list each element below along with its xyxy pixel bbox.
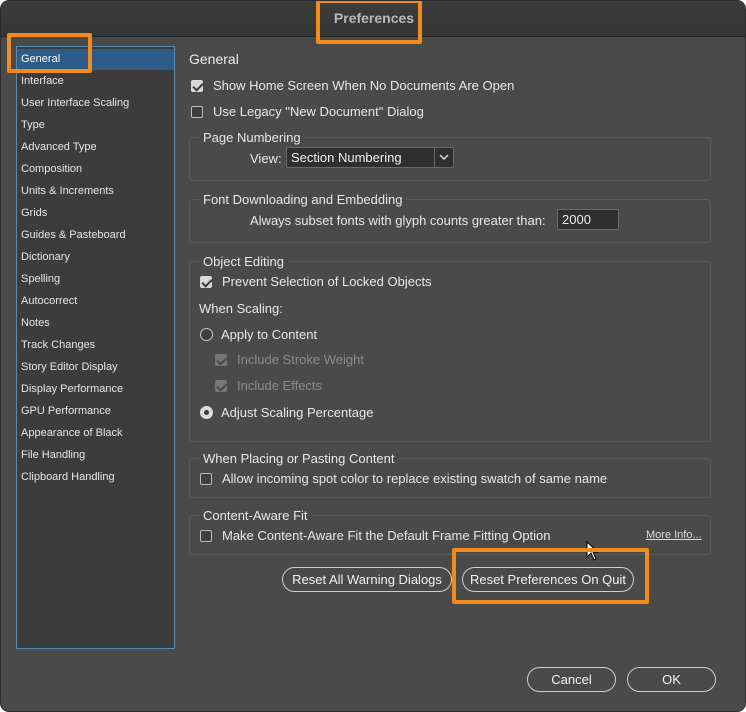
content-aware-default-label: Make Content-Aware Fit the Default Frame… [222, 528, 551, 543]
include-stroke-label: Include Stroke Weight [237, 352, 364, 367]
subset-fonts-input[interactable]: 2000 [557, 209, 619, 230]
view-select[interactable]: Section Numbering [286, 147, 454, 168]
object-editing-title: Object Editing [199, 254, 288, 269]
view-select-value: Section Numbering [291, 150, 402, 165]
sidebar-item-file-handling[interactable]: File Handling [17, 445, 174, 466]
sidebar-item-composition[interactable]: Composition [17, 159, 174, 180]
when-scaling-label: When Scaling: [199, 301, 283, 316]
prevent-locked-option[interactable]: Prevent Selection of Locked Objects [200, 274, 432, 289]
content-aware-default-checkbox[interactable] [200, 529, 212, 542]
apply-to-content-label: Apply to Content [221, 327, 318, 342]
legacy-new-document-option[interactable]: Use Legacy "New Document" Dialog [191, 104, 424, 119]
more-info-link[interactable]: More Info... [646, 529, 702, 541]
preferences-sidebar: General Interface User Interface Scaling… [16, 46, 175, 649]
sidebar-item-spelling[interactable]: Spelling [17, 269, 174, 290]
adjust-scaling-label: Adjust Scaling Percentage [221, 405, 374, 420]
section-title: General [189, 51, 239, 67]
adjust-scaling-radio[interactable] [200, 406, 213, 419]
sidebar-item-gpu-performance[interactable]: GPU Performance [17, 401, 174, 422]
sidebar-item-type[interactable]: Type [17, 115, 174, 136]
include-effects-option: Include Effects [215, 378, 322, 393]
sidebar-item-story-editor[interactable]: Story Editor Display [17, 357, 174, 378]
include-stroke-checkbox [215, 353, 227, 366]
preferences-dialog: Preferences General Interface User Inter… [0, 0, 746, 712]
sidebar-item-autocorrect[interactable]: Autocorrect [17, 291, 174, 312]
include-effects-label: Include Effects [237, 378, 323, 393]
sidebar-item-clipboard[interactable]: Clipboard Handling [17, 467, 174, 488]
view-label: View: [250, 151, 282, 166]
show-home-screen-label: Show Home Screen When No Documents Are O… [213, 78, 515, 93]
spot-color-label: Allow incoming spot color to replace exi… [222, 471, 608, 486]
legacy-new-document-label: Use Legacy "New Document" Dialog [213, 104, 424, 119]
page-numbering-title: Page Numbering [199, 130, 305, 145]
sidebar-item-track-changes[interactable]: Track Changes [17, 335, 174, 356]
sidebar-item-general[interactable]: General [17, 49, 174, 70]
sidebar-item-advanced-type[interactable]: Advanced Type [17, 137, 174, 158]
show-home-screen-checkbox[interactable] [191, 79, 203, 92]
show-home-screen-option[interactable]: Show Home Screen When No Documents Are O… [191, 78, 514, 93]
title-bar[interactable]: Preferences [1, 1, 745, 37]
sidebar-item-display-performance[interactable]: Display Performance [17, 379, 174, 400]
font-downloading-title: Font Downloading and Embedding [199, 192, 407, 207]
sidebar-item-interface[interactable]: Interface [17, 71, 174, 92]
include-stroke-option: Include Stroke Weight [215, 352, 364, 367]
sidebar-item-guides[interactable]: Guides & Pasteboard [17, 225, 174, 246]
reset-preferences-button[interactable]: Reset Preferences On Quit [462, 567, 634, 592]
spot-color-checkbox[interactable] [200, 472, 212, 485]
spot-color-option[interactable]: Allow incoming spot color to replace exi… [200, 471, 607, 486]
adjust-scaling-option[interactable]: Adjust Scaling Percentage [200, 405, 373, 420]
sidebar-item-grids[interactable]: Grids [17, 203, 174, 224]
mouse-cursor-icon [586, 540, 600, 566]
subset-fonts-label: Always subset fonts with glyph counts gr… [250, 213, 546, 228]
window-title: Preferences [333, 10, 415, 26]
prevent-locked-checkbox[interactable] [200, 275, 212, 288]
legacy-new-document-checkbox[interactable] [191, 105, 203, 118]
sidebar-item-dictionary[interactable]: Dictionary [17, 247, 174, 268]
ok-button[interactable]: OK [627, 667, 716, 692]
chevron-down-icon[interactable] [434, 148, 453, 167]
sidebar-item-ui-scaling[interactable]: User Interface Scaling [17, 93, 174, 114]
include-effects-checkbox [215, 379, 227, 392]
content-aware-default-option[interactable]: Make Content-Aware Fit the Default Frame… [200, 528, 551, 543]
apply-to-content-radio[interactable] [200, 328, 213, 341]
sidebar-item-units[interactable]: Units & Increments [17, 181, 174, 202]
cancel-button[interactable]: Cancel [527, 667, 616, 692]
content-aware-title: Content-Aware Fit [199, 508, 312, 523]
sidebar-item-notes[interactable]: Notes [17, 313, 174, 334]
apply-to-content-option[interactable]: Apply to Content [200, 327, 317, 342]
placing-title: When Placing or Pasting Content [199, 451, 399, 466]
reset-warning-dialogs-button[interactable]: Reset All Warning Dialogs [282, 567, 452, 592]
sidebar-item-appearance-black[interactable]: Appearance of Black [17, 423, 174, 444]
prevent-locked-label: Prevent Selection of Locked Objects [222, 274, 432, 289]
